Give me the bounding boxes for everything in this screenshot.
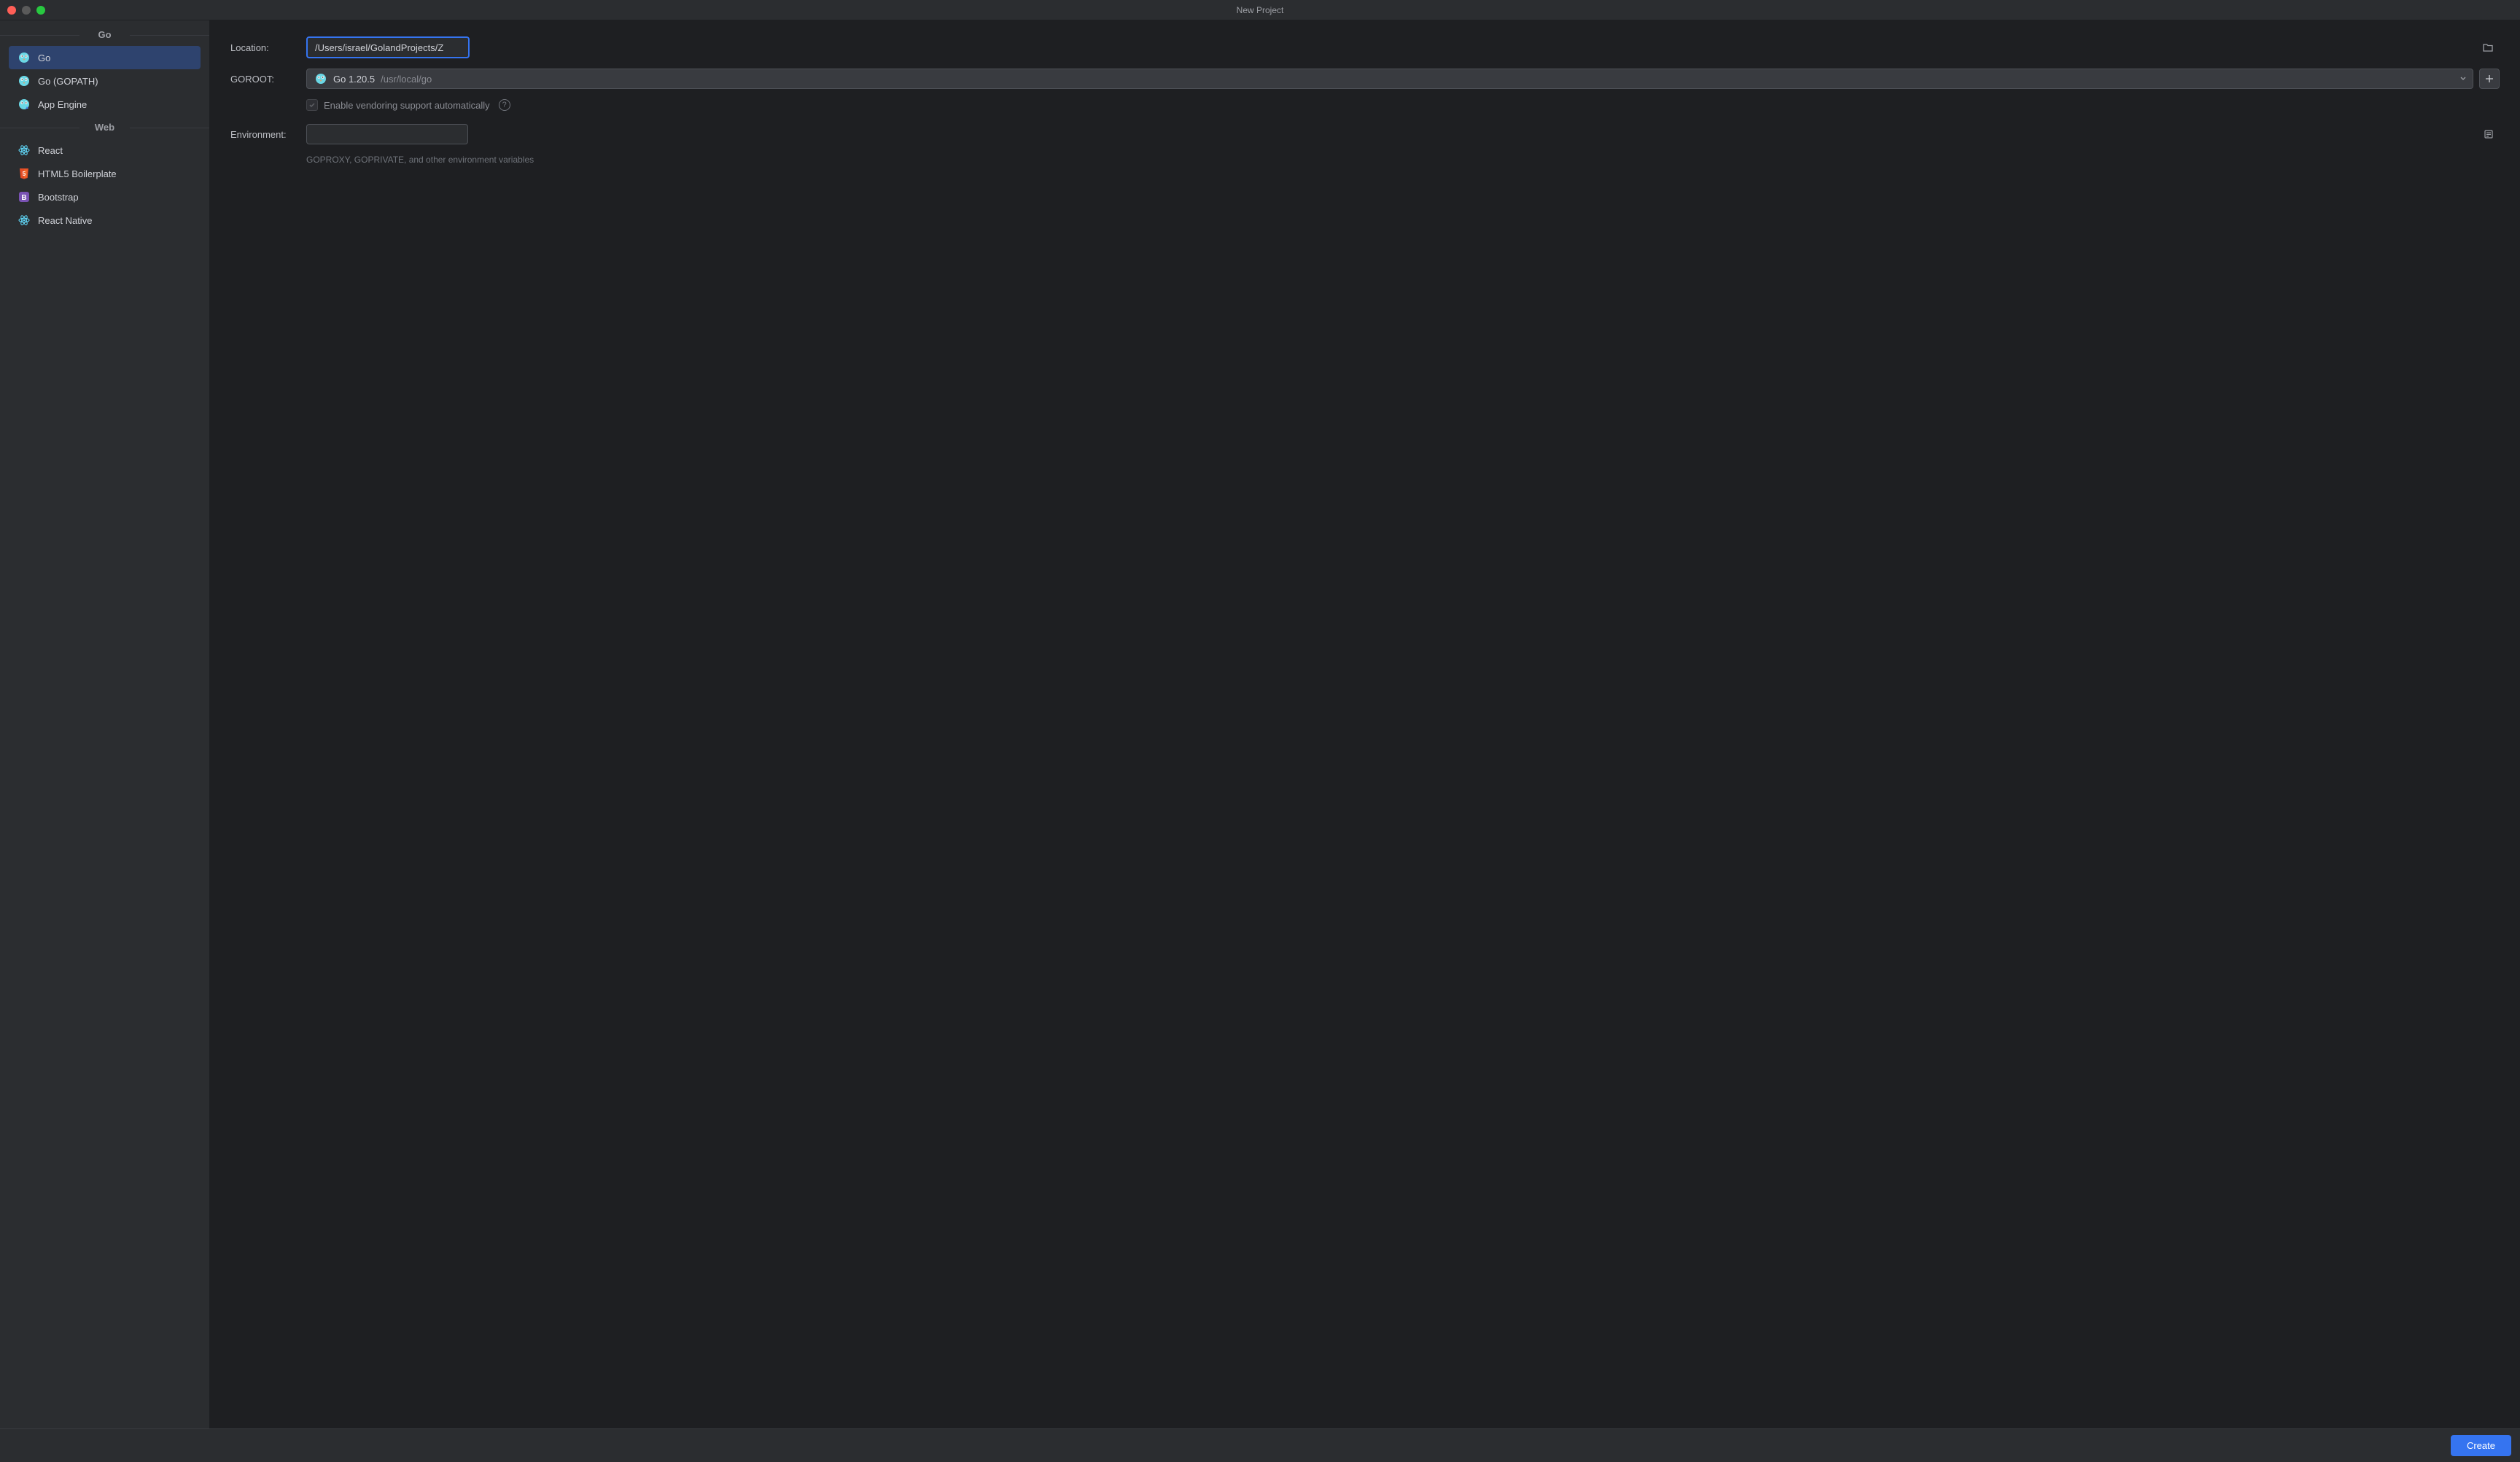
sidebar-item-go[interactable]: Go [9, 46, 201, 69]
sidebar-item-react-native[interactable]: React Native [9, 209, 201, 232]
sidebar-item-label: React Native [38, 215, 92, 226]
sidebar-item-react[interactable]: React [9, 139, 201, 162]
add-sdk-button[interactable] [2479, 69, 2500, 89]
minimize-window-button[interactable] [22, 6, 31, 15]
window-title: New Project [0, 5, 2520, 15]
gopher-icon [314, 72, 327, 85]
gopher-icon [18, 74, 31, 88]
goroot-path: /usr/local/go [381, 74, 432, 85]
location-row: Location: [230, 36, 2500, 58]
close-window-button[interactable] [7, 6, 16, 15]
sidebar-item-label: Go (GOPATH) [38, 76, 98, 87]
vendoring-row: Enable vendoring support automatically ? [306, 99, 2500, 111]
location-input[interactable] [306, 36, 470, 58]
vendoring-label: Enable vendoring support automatically [324, 100, 490, 111]
browse-folder-icon[interactable] [2482, 42, 2494, 53]
footer: Create [0, 1428, 2520, 1462]
react-icon [18, 144, 31, 157]
sidebar-web-list: React 5 HTML5 Boilerplate B Bootstrap Re… [0, 136, 209, 235]
traffic-lights [0, 6, 45, 15]
chevron-down-icon [2459, 74, 2467, 85]
environment-label: Environment: [230, 129, 295, 140]
sidebar-item-label: Go [38, 53, 50, 63]
bootstrap-icon: B [18, 190, 31, 203]
goroot-row: GOROOT: Go 1.20.5 /usr/local/go [230, 69, 2500, 89]
sidebar-item-label: App Engine [38, 99, 87, 110]
environment-hint: GOPROXY, GOPRIVATE, and other environmen… [306, 155, 2500, 165]
react-native-icon [18, 214, 31, 227]
main-area: Go Go Go (GOPATH) App Engine Web [0, 20, 2520, 1428]
html5-icon: 5 [18, 167, 31, 180]
sidebar-go-list: Go Go (GOPATH) App Engine [0, 43, 209, 119]
sidebar-section-web-header: Web [0, 119, 209, 136]
gopher-icon [18, 51, 31, 64]
sidebar-item-label: React [38, 145, 63, 156]
environment-input[interactable] [306, 124, 468, 144]
sidebar-item-gopath[interactable]: Go (GOPATH) [9, 69, 201, 93]
svg-text:B: B [21, 194, 26, 202]
edit-env-icon[interactable] [2484, 129, 2494, 139]
goroot-version: Go 1.20.5 [333, 74, 375, 85]
svg-text:5: 5 [23, 171, 26, 177]
sidebar-item-html5[interactable]: 5 HTML5 Boilerplate [9, 162, 201, 185]
goroot-label: GOROOT: [230, 74, 295, 85]
sidebar-item-bootstrap[interactable]: B Bootstrap [9, 185, 201, 209]
sidebar-item-appengine[interactable]: App Engine [9, 93, 201, 116]
titlebar: New Project [0, 0, 2520, 20]
maximize-window-button[interactable] [36, 6, 45, 15]
goroot-select[interactable]: Go 1.20.5 /usr/local/go [306, 69, 2473, 89]
location-label: Location: [230, 42, 295, 53]
create-button[interactable]: Create [2451, 1435, 2511, 1456]
environment-row: Environment: [230, 124, 2500, 144]
sidebar-section-go-header: Go [0, 26, 209, 43]
sidebar: Go Go Go (GOPATH) App Engine Web [0, 20, 210, 1428]
sidebar-item-label: Bootstrap [38, 192, 79, 203]
appengine-icon [18, 98, 31, 111]
help-icon[interactable]: ? [499, 99, 510, 111]
sidebar-item-label: HTML5 Boilerplate [38, 168, 117, 179]
vendoring-checkbox[interactable] [306, 99, 318, 111]
content-panel: Location: GOROOT: Go 1.20.5 /usr/l [210, 20, 2520, 1428]
